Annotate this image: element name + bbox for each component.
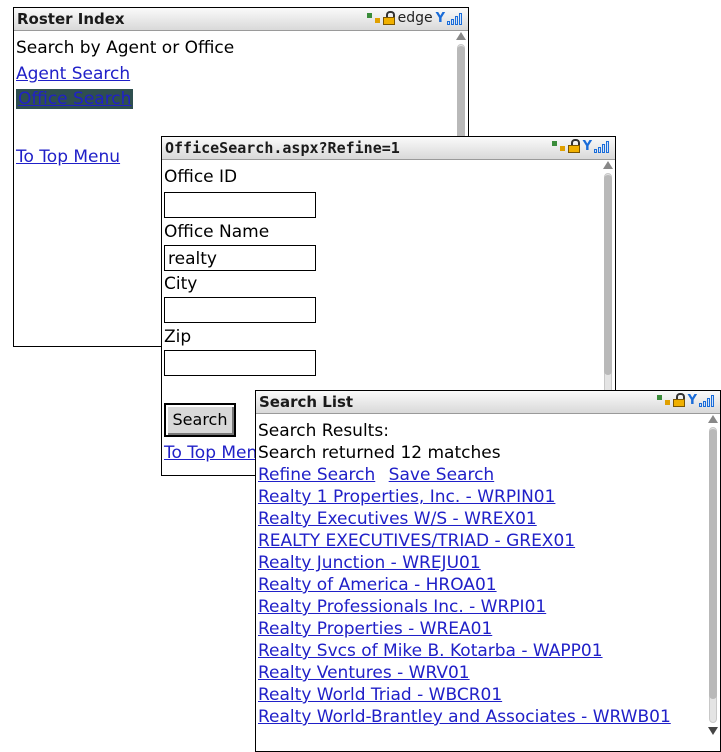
screen-title: Search List [259,393,354,411]
results-summary: Search returned 12 matches [258,443,501,463]
result-link[interactable]: Realty of America - HROA01 [258,575,497,595]
save-search-link[interactable]: Save Search [389,465,495,485]
result-link[interactable]: Realty World-Brantley and Associates - W… [258,707,671,727]
results-heading: Search Results: [258,421,389,441]
title-bar: OfficeSearch.aspx?Refine=1 Y [162,137,615,160]
scroll-up-icon [456,32,466,40]
result-link[interactable]: Realty Properties - WREA01 [258,619,492,639]
office-search-link[interactable]: Office Search [16,89,134,109]
scroll-thumb[interactable] [604,175,612,375]
lock-icon [567,139,580,153]
office-name-field[interactable]: realty [164,245,316,271]
signal-strength-icon: Y [688,393,714,407]
network-icon [551,141,565,151]
result-link[interactable]: Realty Professionals Inc. - WRPI01 [258,597,546,617]
status-icons: Y [656,393,714,407]
office-id-field[interactable] [164,192,316,218]
status-icons: edge Y [366,10,462,26]
scroll-up-icon [708,415,718,423]
result-link[interactable]: Realty World Triad - WBCR01 [258,685,502,705]
search-button[interactable]: Search [164,403,236,437]
city-field[interactable] [164,297,316,323]
network-icon [366,13,380,23]
city-label: City [164,274,198,294]
office-id-label: Office ID [164,167,238,187]
result-link[interactable]: Realty Ventures - WRV01 [258,663,470,683]
agent-search-link[interactable]: Agent Search [16,64,130,84]
network-type-label: edge [397,10,433,26]
refine-search-link[interactable]: Refine Search [258,465,375,485]
screen-title: Roster Index [17,10,125,28]
office-name-label: Office Name [164,222,270,242]
zip-label: Zip [164,327,192,347]
top-menu-link[interactable]: To Top Menu [164,443,268,463]
scrollbar[interactable] [708,415,718,735]
result-link[interactable]: Realty 1 Properties, Inc. - WRPIN01 [258,487,555,507]
scroll-thumb[interactable] [709,429,717,699]
screen-title: OfficeSearch.aspx?Refine=1 [165,139,400,157]
search-list-screen: Search List Y Search Results: Search ret… [255,390,721,752]
network-icon [656,395,670,405]
lock-icon [672,393,685,407]
signal-strength-icon: Y [583,139,609,153]
title-bar: Roster Index edge Y [14,8,468,31]
zip-field[interactable] [164,350,316,376]
result-link[interactable]: REALTY EXECUTIVES/TRIAD - GREX01 [258,531,575,551]
scroll-up-icon [603,161,613,169]
top-menu-link[interactable]: To Top Menu [16,147,120,167]
search-heading: Search by Agent or Office [16,38,235,58]
result-link[interactable]: Realty Executives W/S - WREX01 [258,509,537,529]
result-link[interactable]: Realty Svcs of Mike B. Kotarba - WAPP01 [258,641,603,661]
signal-strength-icon: Y [436,11,462,25]
status-icons: Y [551,139,609,153]
title-bar: Search List Y [256,391,720,414]
lock-icon [382,11,395,25]
scroll-down-icon [708,727,718,735]
result-link[interactable]: Realty Junction - WREJU01 [258,553,481,573]
